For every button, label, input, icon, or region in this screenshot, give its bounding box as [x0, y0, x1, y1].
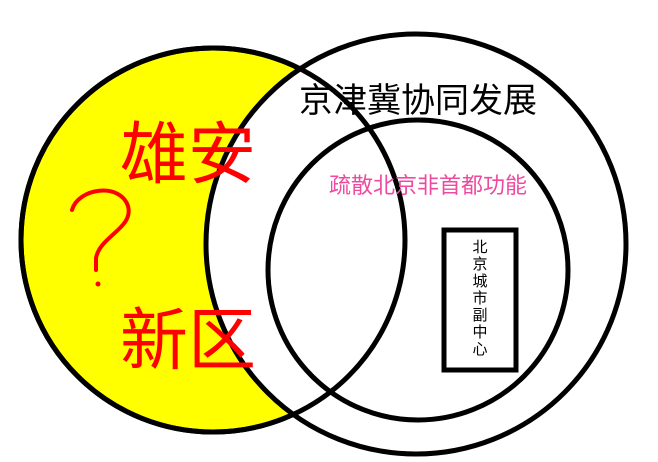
sub-center-label-char: 心	[472, 340, 487, 358]
big-circle-label: 京津冀协同发展	[299, 81, 537, 121]
inner-circle-label: 疏散北京非首都功能	[329, 174, 527, 199]
sub-center-label: 北京城市副中心	[472, 238, 487, 358]
sub-center-label-char: 城	[472, 272, 487, 290]
sub-center-label-char: 市	[472, 289, 487, 307]
sub-center-label-char: 北	[472, 238, 487, 256]
sub-center-label-char: 副	[472, 306, 487, 324]
new-area-label: 新区	[120, 302, 256, 381]
xiongan-label: 雄安	[120, 116, 256, 195]
sub-center-label-char: 京	[472, 255, 487, 273]
sub-center-label-char: 中	[472, 323, 487, 341]
venn-diagram: 京津冀协同发展 疏散北京非首都功能 雄安 新区 ? 北京城市副中心	[0, 0, 658, 462]
diagram-canvas: 京津冀协同发展 疏散北京非首都功能 雄安 新区 ? 北京城市副中心	[18, 31, 629, 457]
